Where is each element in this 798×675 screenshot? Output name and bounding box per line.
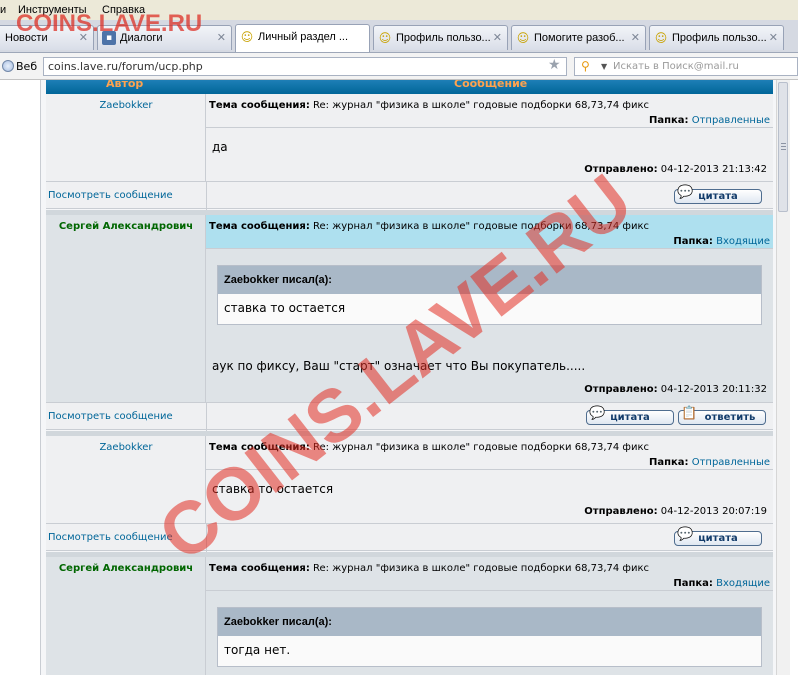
quote-button[interactable]: 💬 цитата xyxy=(586,407,674,425)
message-header: Тема сообщения: Re: журнал "физика в шко… xyxy=(206,94,773,128)
quote-label: цитата xyxy=(698,533,738,544)
menu-item-partial[interactable]: и xyxy=(0,4,6,16)
sent-value: 04-12-2013 20:07:19 xyxy=(660,506,767,517)
tab-label: Профиль пользо... xyxy=(672,32,767,44)
reply-button[interactable]: 📋 ответить xyxy=(678,407,766,425)
search-placeholder: Искать в Поиск@mail.ru xyxy=(613,61,739,72)
divider xyxy=(206,403,207,431)
view-message-link[interactable]: Посмотреть сообщение xyxy=(48,411,173,422)
quote-label: цитата xyxy=(698,191,738,202)
folder-label: Папка: xyxy=(673,578,713,589)
message-body: да xyxy=(212,140,228,154)
table-header: Автор Сообщение xyxy=(46,80,773,94)
message-folder: Папка: Входящие xyxy=(673,236,770,247)
smiley-icon: ☺ xyxy=(378,31,392,45)
header-author: Автор xyxy=(106,80,144,90)
globe-icon xyxy=(2,60,14,72)
close-icon[interactable]: ✕ xyxy=(631,31,640,44)
message-folder: Папка: Отправленные xyxy=(649,115,770,126)
sent-label: Отправлено: xyxy=(584,506,658,517)
folder-label: Папка: xyxy=(648,115,689,126)
author-link[interactable]: Zaebokker xyxy=(46,100,206,111)
quote-button[interactable]: 💬 цитата xyxy=(674,528,762,546)
author-cell: Сергей Александрович xyxy=(46,215,206,403)
tab-label: Помогите разоб... xyxy=(534,32,625,44)
sent-label: Отправлено: xyxy=(584,384,658,395)
search-input[interactable]: ⚲ ▼ Искать в Поиск@mail.ru xyxy=(574,57,798,76)
address-bar: Веб coins.lave.ru/forum/ucp.php ★ ⚲ ▼ Ис… xyxy=(0,53,798,80)
sent-value: 04-12-2013 20:11:32 xyxy=(660,384,767,395)
message-subject: Тема сообщения: Re: журнал "физика в шко… xyxy=(209,100,649,111)
message-folder: Папка: Отправленные xyxy=(649,457,770,468)
close-icon[interactable]: ✕ xyxy=(217,31,226,44)
smiley-icon: ☺ xyxy=(654,31,668,45)
folder-label: Папка: xyxy=(648,457,689,468)
search-engine-icon[interactable]: ⚲ xyxy=(581,59,590,73)
message-folder: Папка: Входящие xyxy=(673,578,770,589)
grip-line xyxy=(781,149,786,150)
scrollbar-thumb[interactable] xyxy=(778,82,788,212)
subject-text: Re: журнал "физика в школе" годовые подб… xyxy=(313,100,649,111)
chevron-down-icon[interactable]: ▼ xyxy=(601,62,607,71)
tab-help-sort[interactable]: ☺ Помогите разоб... ✕ xyxy=(511,25,646,50)
folder-link[interactable]: Отправленные xyxy=(692,115,770,126)
quote-label: цитата xyxy=(610,412,650,423)
message-post: Zaebokker Тема сообщения: Re: журнал "фи… xyxy=(46,94,773,182)
close-icon[interactable]: ✕ xyxy=(769,31,778,44)
author-link[interactable]: Zaebokker xyxy=(46,442,206,453)
folder-link[interactable]: Отправленные xyxy=(692,457,770,468)
message-subject: Тема сообщения: Re: журнал "физика в шко… xyxy=(209,563,649,574)
header-message: Сообщение xyxy=(454,80,528,90)
reply-label: ответить xyxy=(704,412,756,423)
subject-label: Тема сообщения: xyxy=(209,563,310,574)
watermark-top: COINS.LAVE.RU xyxy=(16,10,203,37)
smiley-icon: ☺ xyxy=(516,31,530,45)
quote-button[interactable]: 💬 цитата xyxy=(674,186,762,204)
url-input[interactable]: coins.lave.ru/forum/ucp.php xyxy=(43,57,567,76)
subject-text: Re: журнал "физика в школе" годовые подб… xyxy=(313,563,649,574)
sent-time: Отправлено: 04-12-2013 20:07:19 xyxy=(584,506,767,517)
grip-line xyxy=(781,146,786,147)
bookmark-star-icon[interactable]: ★ xyxy=(548,57,561,73)
message-cell: Тема сообщения: Re: журнал "физика в шко… xyxy=(206,557,773,675)
quote-box: Zaebokker писал(а): тогда нет. xyxy=(217,607,762,667)
folder-link[interactable]: Входящие xyxy=(716,578,770,589)
subject-label: Тема сообщения: xyxy=(209,221,310,232)
view-message-link[interactable]: Посмотреть сообщение xyxy=(48,190,173,201)
author-link[interactable]: Сергей Александрович xyxy=(46,221,206,232)
message-header: Тема сообщения: Re: журнал "физика в шко… xyxy=(206,557,773,591)
tab-personal-section[interactable]: ☺ Личный раздел ... xyxy=(235,24,370,52)
web-label: Веб xyxy=(16,60,38,73)
subject-label: Тема сообщения: xyxy=(209,100,310,111)
grip-line xyxy=(781,143,786,144)
quote-author: Zaebokker писал(а): xyxy=(218,608,761,636)
tab-user-profile-2[interactable]: ☺ Профиль пользо... ✕ xyxy=(649,25,784,50)
message-cell: Тема сообщения: Re: журнал "физика в шко… xyxy=(206,94,773,182)
quote-text: тогда нет. xyxy=(224,643,291,657)
smiley-icon: ☺ xyxy=(240,30,254,44)
sent-value: 04-12-2013 21:13:42 xyxy=(660,164,767,175)
author-cell: Zaebokker xyxy=(46,94,206,182)
tab-user-profile[interactable]: ☺ Профиль пользо... ✕ xyxy=(373,25,508,50)
tab-label: Профиль пользо... xyxy=(396,32,491,44)
sent-time: Отправлено: 04-12-2013 20:11:32 xyxy=(584,384,767,395)
folder-link[interactable]: Входящие xyxy=(716,236,770,247)
close-icon[interactable]: ✕ xyxy=(493,31,502,44)
tab-label: Личный раздел ... xyxy=(258,31,349,43)
folder-label: Папка: xyxy=(673,236,713,247)
divider xyxy=(206,182,207,210)
